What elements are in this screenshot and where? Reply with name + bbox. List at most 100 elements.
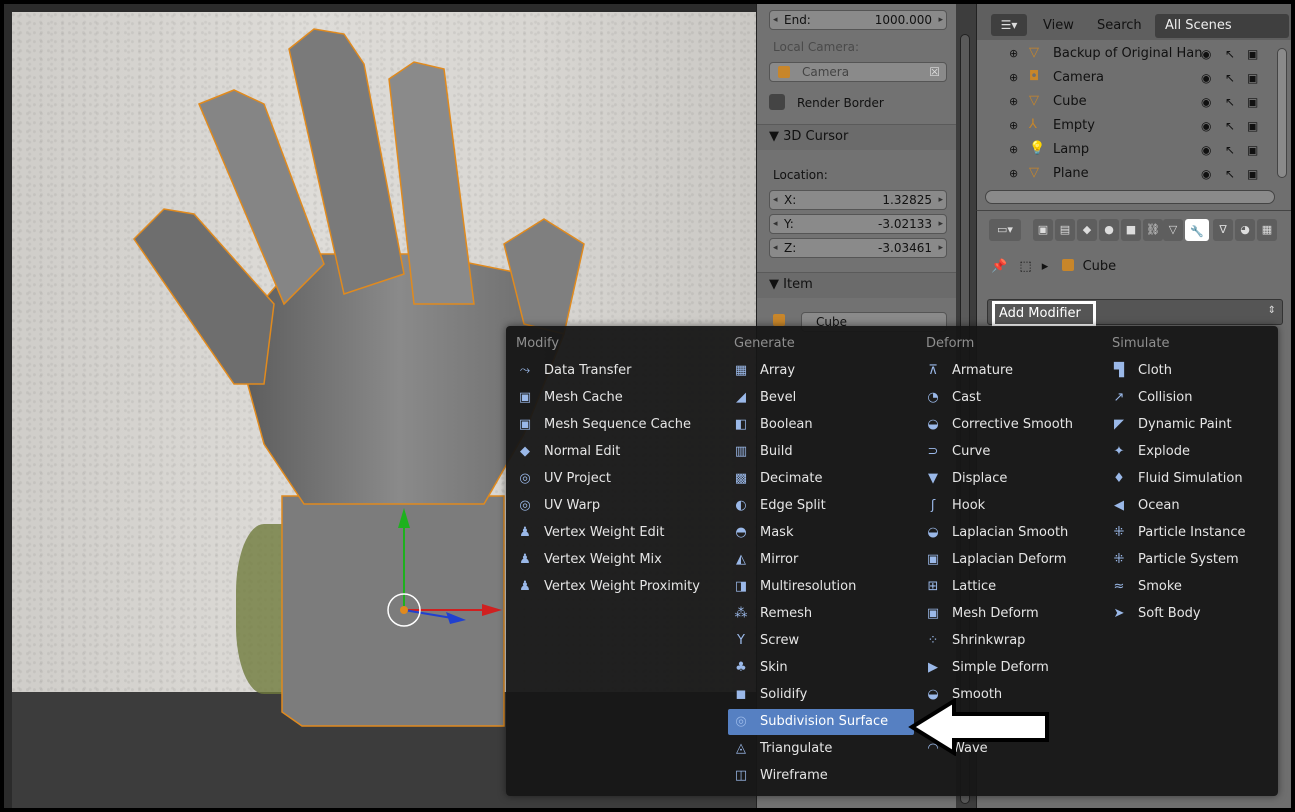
menu-item-displace[interactable]: ▼ Displace: [920, 466, 1096, 492]
outliner-row-name[interactable]: Cube: [1053, 90, 1087, 114]
outliner-hscrollbar[interactable]: [985, 190, 1275, 204]
expand-icon[interactable]: ⊕: [1009, 42, 1018, 66]
menu-item-vertex-weight-proximity[interactable]: ♟ Vertex Weight Proximity: [512, 574, 700, 600]
menu-item-laplacian-deform[interactable]: ▣ Laplacian Deform: [920, 547, 1096, 573]
menu-item-build[interactable]: ▥ Build: [728, 439, 914, 465]
menu-item-uv-project[interactable]: ◎ UV Project: [512, 466, 688, 492]
cursor-z-field[interactable]: ◂ Z: -3.03461 ▸: [769, 238, 947, 258]
menu-item-soft-body[interactable]: ➤ Soft Body: [1106, 601, 1282, 627]
outliner-row[interactable]: ⊕ ⅄ Empty ◉ ↖ ▣: [977, 114, 1277, 138]
modifiers-tab-icon[interactable]: 🔧: [1185, 219, 1209, 241]
menu-item-wireframe[interactable]: ◫ Wireframe: [728, 763, 914, 789]
menu-item-corrective-smooth[interactable]: ◒ Corrective Smooth: [920, 412, 1096, 438]
menu-item-ocean[interactable]: ◀ Ocean: [1106, 493, 1282, 519]
outliner-row-name[interactable]: Plane: [1053, 162, 1089, 186]
clear-icon[interactable]: ☒: [929, 63, 940, 81]
texture-tab-icon[interactable]: ▦: [1257, 219, 1277, 241]
eye-icon[interactable]: ◉: [1201, 42, 1211, 66]
expand-icon[interactable]: ⊕: [1009, 138, 1018, 162]
menu-item-shrinkwrap[interactable]: ⁘ Shrinkwrap: [920, 628, 1096, 654]
display-mode-select[interactable]: All Scenes: [1155, 14, 1289, 38]
expand-icon[interactable]: ⊕: [1009, 90, 1018, 114]
material-tab-icon[interactable]: ◕: [1235, 219, 1255, 241]
menu-item-vertex-weight-edit[interactable]: ♟ Vertex Weight Edit: [512, 520, 688, 546]
expand-icon[interactable]: ⊕: [1009, 114, 1018, 138]
outliner-row-name[interactable]: Camera: [1053, 66, 1104, 90]
menu-item-subdivision-surface[interactable]: ◎ Subdivision Surface: [728, 709, 914, 735]
eye-icon[interactable]: ◉: [1201, 66, 1211, 90]
render-camera-icon[interactable]: ▣: [1247, 42, 1258, 66]
menu-item-decimate[interactable]: ▩ Decimate: [728, 466, 914, 492]
cursor-x-field[interactable]: ◂ X: 1.32825 ▸: [769, 190, 947, 210]
menu-item-dynamic-paint[interactable]: ◤ Dynamic Paint: [1106, 412, 1282, 438]
menu-item-mask[interactable]: ◓ Mask: [728, 520, 914, 546]
data-tab-icon[interactable]: ∇: [1213, 219, 1233, 241]
cursor-icon[interactable]: ↖: [1225, 90, 1235, 114]
menu-item-laplacian-smooth[interactable]: ◒ Laplacian Smooth: [920, 520, 1096, 546]
outliner-row[interactable]: ⊕ ▽ Plane ◉ ↖ ▣: [977, 162, 1277, 186]
eye-icon[interactable]: ◉: [1201, 138, 1211, 162]
menu-item-vertex-weight-mix[interactable]: ♟ Vertex Weight Mix: [512, 547, 688, 573]
menu-item-normal-edit[interactable]: ◆ Normal Edit: [512, 439, 688, 465]
menu-item-collision[interactable]: ↗ Collision: [1106, 385, 1282, 411]
menu-item-screw[interactable]: Y Screw: [728, 628, 914, 654]
menu-item-solidify[interactable]: ◼ Solidify: [728, 682, 914, 708]
item-panel-header[interactable]: ▼ Item: [757, 272, 957, 298]
eye-icon[interactable]: ◉: [1201, 162, 1211, 186]
menu-item-data-transfer[interactable]: ⤳ Data Transfer: [512, 358, 688, 384]
menu-item-hook[interactable]: ʃ Hook: [920, 493, 1096, 519]
render-camera-icon[interactable]: ▣: [1247, 138, 1258, 162]
menu-item-simple-deform[interactable]: ▶ Simple Deform: [920, 655, 1096, 681]
menu-item-uv-warp[interactable]: ◎ UV Warp: [512, 493, 688, 519]
menu-item-armature[interactable]: ⊼ Armature: [920, 358, 1096, 384]
menu-item-multiresolution[interactable]: ◨ Multiresolution: [728, 574, 914, 600]
menu-item-cast[interactable]: ◔ Cast: [920, 385, 1096, 411]
local-camera-field[interactable]: Camera ☒: [769, 62, 947, 82]
menu-item-lattice[interactable]: ⊞ Lattice: [920, 574, 1096, 600]
pin-icon[interactable]: 📌: [991, 259, 1007, 274]
object-tab-icon[interactable]: ■: [1121, 219, 1141, 241]
add-modifier-dropdown[interactable]: Add Modifier ⇕: [987, 299, 1283, 327]
outliner-row-name[interactable]: Lamp: [1053, 138, 1089, 162]
render-camera-icon[interactable]: ▣: [1247, 162, 1258, 186]
outliner-row[interactable]: ⊕ ▽ Cube ◉ ↖ ▣: [977, 90, 1277, 114]
end-frame-field[interactable]: ◂ End: 1000.000 ▸: [769, 10, 947, 30]
menu-item-array[interactable]: ▦ Array: [728, 358, 914, 384]
menu-item-skin[interactable]: ♣ Skin: [728, 655, 914, 681]
cursor-icon[interactable]: ↖: [1225, 114, 1235, 138]
scene-tab-icon[interactable]: ◆: [1077, 219, 1097, 241]
object-data-tab-icon[interactable]: ▽: [1163, 219, 1183, 241]
cursor-icon[interactable]: ↖: [1225, 162, 1235, 186]
editor-type-button[interactable]: ▭▾: [989, 219, 1021, 241]
menu-item-mirror[interactable]: ◭ Mirror: [728, 547, 914, 573]
outliner-row-name[interactable]: Backup of Original Han: [1053, 42, 1202, 66]
menu-item-fluid-simulation[interactable]: ♦ Fluid Simulation: [1106, 466, 1282, 492]
expand-icon[interactable]: ⊕: [1009, 66, 1018, 90]
cursor-icon[interactable]: ↖: [1225, 42, 1235, 66]
menu-item-mesh-sequence-cache[interactable]: ▣ Mesh Sequence Cache: [512, 412, 691, 438]
menu-item-mesh-cache[interactable]: ▣ Mesh Cache: [512, 385, 688, 411]
constraints-tab-icon[interactable]: ⛓: [1143, 219, 1163, 241]
cursor-icon[interactable]: ↖: [1225, 66, 1235, 90]
eye-icon[interactable]: ◉: [1201, 90, 1211, 114]
outliner-row[interactable]: ⊕ ◘ Camera ◉ ↖ ▣: [977, 66, 1277, 90]
render-camera-icon[interactable]: ▣: [1247, 114, 1258, 138]
world-tab-icon[interactable]: ●: [1099, 219, 1119, 241]
menu-item-smoke[interactable]: ≈ Smoke: [1106, 574, 1282, 600]
menu-item-bevel[interactable]: ◢ Bevel: [728, 385, 914, 411]
menu-item-curve[interactable]: ⊃ Curve: [920, 439, 1096, 465]
render-tab-icon[interactable]: ▣: [1033, 219, 1053, 241]
view-menu[interactable]: View: [1043, 18, 1074, 33]
menu-item-cloth[interactable]: ▜ Cloth: [1106, 358, 1282, 384]
outliner-vscrollbar[interactable]: [1277, 48, 1287, 178]
search-menu[interactable]: Search: [1097, 18, 1142, 33]
menu-item-explode[interactable]: ✦ Explode: [1106, 439, 1282, 465]
render-camera-icon[interactable]: ▣: [1247, 66, 1258, 90]
menu-item-boolean[interactable]: ◧ Boolean: [728, 412, 914, 438]
cursor-icon[interactable]: ↖: [1225, 138, 1235, 162]
eye-icon[interactable]: ◉: [1201, 114, 1211, 138]
outliner-row[interactable]: ⊕ ▽ Backup of Original Han ◉ ↖ ▣: [977, 42, 1277, 66]
menu-item-triangulate[interactable]: ◬ Triangulate: [728, 736, 914, 762]
menu-item-remesh[interactable]: ⁂ Remesh: [728, 601, 914, 627]
outliner-row[interactable]: ⊕ 💡 Lamp ◉ ↖ ▣: [977, 138, 1277, 162]
